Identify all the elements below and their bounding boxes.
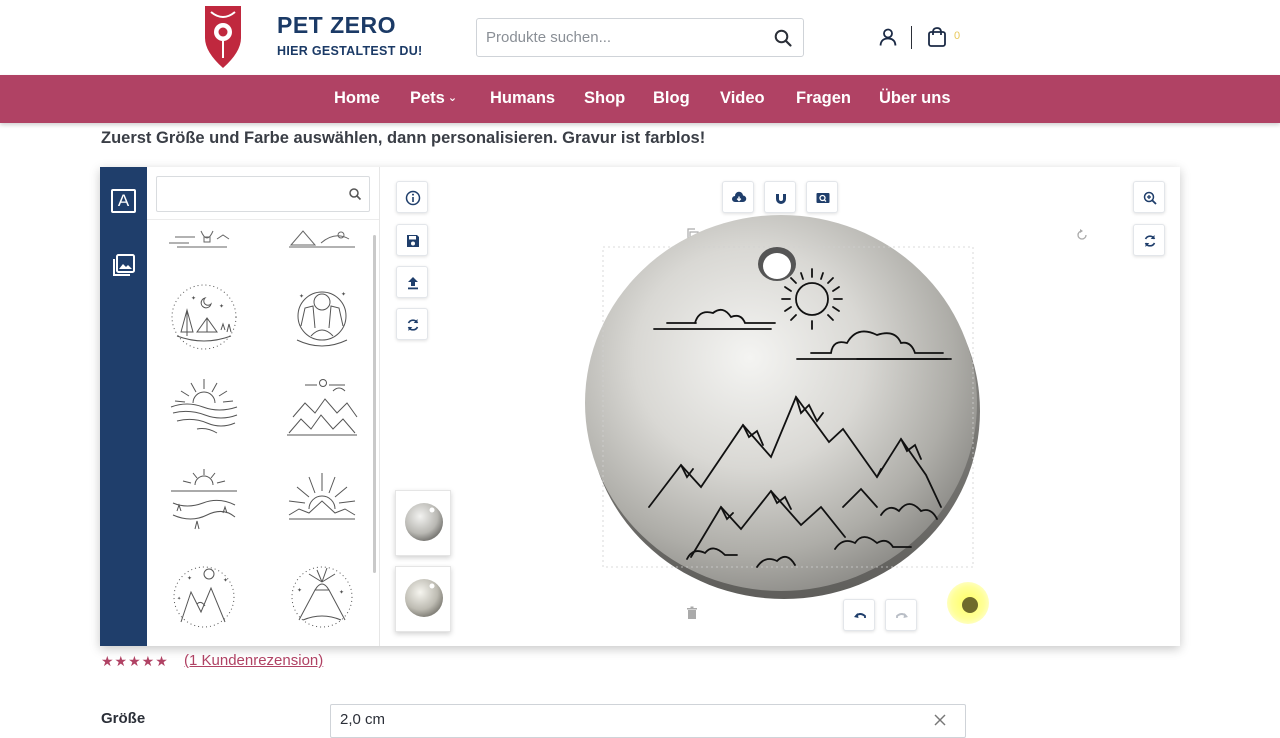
size-label: Größe bbox=[101, 710, 146, 727]
nav-shop[interactable]: Shop bbox=[584, 89, 625, 108]
size-select[interactable]: 2,0 cm bbox=[330, 704, 966, 738]
svg-text:✦: ✦ bbox=[187, 575, 192, 582]
tag-variant-image bbox=[405, 579, 443, 617]
refresh-icon bbox=[1144, 235, 1156, 247]
redo-button[interactable] bbox=[885, 599, 917, 631]
svg-text:✦: ✦ bbox=[223, 577, 228, 584]
design-thumbnail-camp[interactable] bbox=[285, 207, 359, 281]
svg-text:✦: ✦ bbox=[191, 295, 196, 302]
variant-thumbnail[interactable] bbox=[395, 490, 451, 556]
rotate-view-button[interactable] bbox=[1133, 224, 1165, 256]
design-thumbnail-sun-valley[interactable] bbox=[167, 465, 241, 539]
cart-count: 0 bbox=[954, 30, 961, 42]
svg-text:✦: ✦ bbox=[219, 303, 224, 310]
nav-home[interactable]: Home bbox=[334, 89, 380, 108]
close-icon[interactable] bbox=[933, 713, 947, 727]
search-icon[interactable] bbox=[773, 28, 793, 48]
cart-icon[interactable] bbox=[926, 26, 948, 48]
pet-tag-preview[interactable] bbox=[581, 207, 991, 607]
brand-subtitle: HIER GESTALTEST DU! bbox=[277, 44, 423, 58]
text-tab[interactable]: A bbox=[111, 189, 136, 213]
upload-icon bbox=[408, 277, 418, 290]
design-thumbnail-mountains-sun[interactable] bbox=[285, 373, 359, 447]
brand-title[interactable]: PET ZERO bbox=[277, 12, 396, 39]
trash-icon[interactable] bbox=[685, 606, 699, 620]
pet-zero-logo[interactable] bbox=[203, 4, 243, 70]
cursor-pointer bbox=[962, 597, 978, 613]
magnet-icon bbox=[776, 192, 786, 204]
rotate-icon[interactable] bbox=[1075, 228, 1089, 242]
search-input[interactable] bbox=[477, 19, 767, 56]
nav-ueber-uns[interactable]: Über uns bbox=[879, 89, 951, 108]
svg-text:✦: ✦ bbox=[297, 587, 302, 594]
refresh-icon bbox=[407, 319, 419, 331]
product-search bbox=[476, 18, 804, 57]
tag-variant-image bbox=[405, 503, 443, 541]
product-designer: A ✦ ✦ ✦ ✦ ✦ ✦ ✦ ✦ ✦ bbox=[100, 167, 1180, 646]
design-thumbnail-sunrise-waves[interactable] bbox=[167, 373, 241, 447]
header-divider bbox=[911, 26, 912, 49]
design-canvas[interactable] bbox=[381, 167, 1180, 646]
design-library: ✦ ✦ ✦ ✦ ✦ ✦ ✦ ✦ ✦ bbox=[147, 167, 380, 646]
nav-video[interactable]: Video bbox=[720, 89, 765, 108]
design-thumbnail-sunburst[interactable] bbox=[285, 465, 359, 539]
svg-text:✦: ✦ bbox=[339, 589, 344, 596]
library-scrollbar[interactable] bbox=[373, 235, 376, 573]
instruction-text: Zuerst Größe und Farbe auswählen, dann p… bbox=[101, 129, 706, 147]
zoom-in-button[interactable] bbox=[1133, 181, 1165, 213]
undo-button[interactable] bbox=[843, 599, 875, 631]
reviews-link[interactable]: (1 Kundenrezension) bbox=[184, 652, 323, 669]
chevron-down-icon: ⌄ bbox=[447, 92, 458, 104]
main-navigation: Home Pets ⌄ Humans Shop Blog Video Fragen… bbox=[0, 75, 1280, 123]
zoom-in-icon bbox=[1143, 191, 1157, 205]
design-thumbnail-volcano[interactable]: ✦✦ bbox=[285, 560, 359, 634]
nav-humans[interactable]: Humans bbox=[490, 89, 555, 108]
nav-pets-label: Pets bbox=[410, 89, 445, 107]
preview-icon bbox=[816, 193, 830, 203]
design-thumbnail-night-hike[interactable]: ✦ ✦ ✦ bbox=[167, 560, 241, 634]
save-icon bbox=[407, 235, 419, 247]
design-thumbnail-balloon[interactable] bbox=[167, 207, 241, 281]
search-icon[interactable] bbox=[348, 187, 362, 201]
nav-blog[interactable]: Blog bbox=[653, 89, 690, 108]
reset-button[interactable] bbox=[396, 308, 428, 340]
save-button[interactable] bbox=[396, 224, 428, 256]
upload-button[interactable] bbox=[396, 266, 428, 298]
image-tab-icon[interactable] bbox=[112, 253, 136, 277]
info-button[interactable] bbox=[396, 181, 428, 213]
designer-tab-bar: A bbox=[100, 167, 147, 646]
nav-pets[interactable]: Pets ⌄ bbox=[410, 89, 457, 108]
svg-text:✦: ✦ bbox=[341, 291, 346, 298]
variant-thumbnail[interactable] bbox=[395, 566, 451, 632]
library-search-input[interactable] bbox=[157, 177, 345, 211]
site-header: PET ZERO HIER GESTALTEST DU! 0 bbox=[0, 0, 1280, 75]
design-thumbnail-night-tent[interactable]: ✦✦ bbox=[167, 280, 241, 354]
cloud-download-icon bbox=[732, 191, 747, 202]
user-account-icon[interactable] bbox=[878, 27, 898, 47]
svg-text:✦: ✦ bbox=[299, 293, 304, 300]
info-icon bbox=[405, 190, 421, 206]
nav-fragen[interactable]: Fragen bbox=[796, 89, 851, 108]
rating-stars: ★★★★★ bbox=[101, 653, 169, 669]
undo-icon bbox=[854, 613, 866, 618]
svg-text:✦: ✦ bbox=[177, 596, 181, 602]
design-thumbnail-moon-cliffs[interactable]: ✦✦ bbox=[285, 280, 359, 354]
redo-icon bbox=[896, 613, 908, 618]
